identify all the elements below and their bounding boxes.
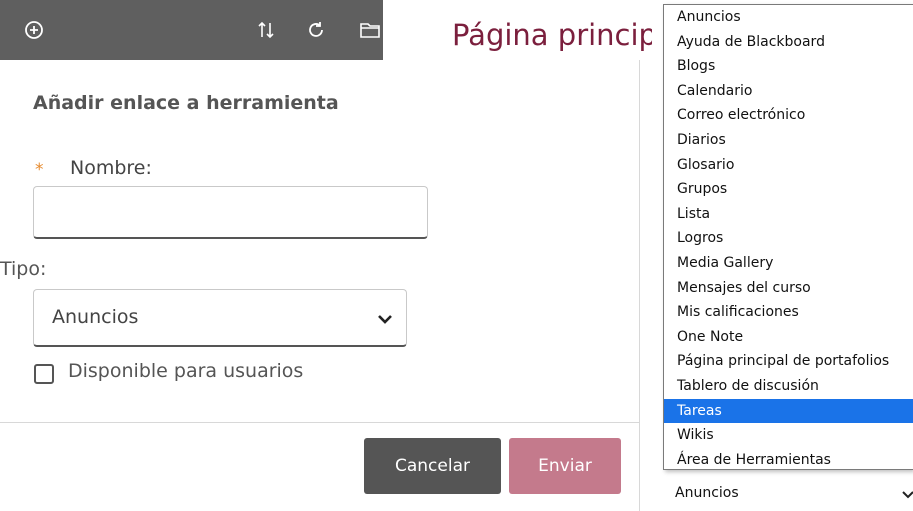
dropdown-option[interactable]: Lista — [664, 202, 913, 227]
dropdown-option[interactable]: Área de Herramientas — [664, 448, 913, 473]
dropdown-option[interactable]: Calendario — [664, 79, 913, 104]
dropdown-option[interactable]: Grupos — [664, 177, 913, 202]
name-label: Nombre: — [70, 157, 152, 179]
folder-icon[interactable] — [358, 18, 382, 42]
refresh-icon[interactable] — [304, 18, 328, 42]
dropdown-option[interactable]: One Note — [664, 325, 913, 350]
footer-divider — [0, 422, 640, 423]
dropdown-option[interactable]: Logros — [664, 226, 913, 251]
dropdown-option[interactable]: Diarios — [664, 128, 913, 153]
dropdown-option[interactable]: Wikis — [664, 423, 913, 448]
cancel-button[interactable]: Cancelar — [364, 438, 501, 494]
submit-button[interactable]: Enviar — [509, 438, 621, 494]
chevron-down-icon — [378, 315, 392, 324]
add-tool-link-panel: Añadir enlace a herramienta * Nombre: Ti… — [0, 60, 640, 511]
available-checkbox[interactable] — [34, 364, 54, 384]
closed-type-select[interactable]: Anuncios — [663, 478, 913, 511]
available-label: Disponible para usuarios — [68, 360, 304, 382]
page-title: Página principal — [452, 18, 652, 52]
sort-icon[interactable] — [254, 18, 278, 42]
dropdown-option[interactable]: Mis calificaciones — [664, 300, 913, 325]
dropdown-option[interactable]: Anuncios — [664, 5, 913, 30]
dropdown-option[interactable]: Glosario — [664, 153, 913, 178]
dropdown-option-highlighted[interactable]: Tareas — [664, 398, 913, 424]
add-icon[interactable] — [22, 18, 46, 42]
closed-select-value: Anuncios — [675, 485, 739, 501]
type-label: Tipo: — [0, 258, 47, 280]
dropdown-option[interactable]: Tablero de discusión — [664, 374, 913, 399]
name-input[interactable] — [33, 186, 428, 239]
chevron-down-icon — [902, 491, 913, 499]
dropdown-option[interactable]: Blogs — [664, 54, 913, 79]
tool-type-dropdown: Anuncios Ayuda de Blackboard Blogs Calen… — [663, 4, 913, 470]
panel-title: Añadir enlace a herramienta — [33, 92, 339, 114]
dropdown-option[interactable]: Mensajes del curso — [664, 276, 913, 301]
dropdown-option[interactable]: Página principal de portafolios — [664, 349, 913, 374]
dropdown-option[interactable]: Ayuda de Blackboard — [664, 30, 913, 55]
type-select-value: Anuncios — [52, 306, 139, 328]
required-marker: * — [35, 160, 44, 180]
dropdown-option[interactable]: Correo electrónico — [664, 103, 913, 128]
dropdown-option[interactable]: Media Gallery — [664, 251, 913, 276]
toolbar — [0, 0, 383, 60]
type-select[interactable]: Anuncios — [33, 289, 407, 347]
